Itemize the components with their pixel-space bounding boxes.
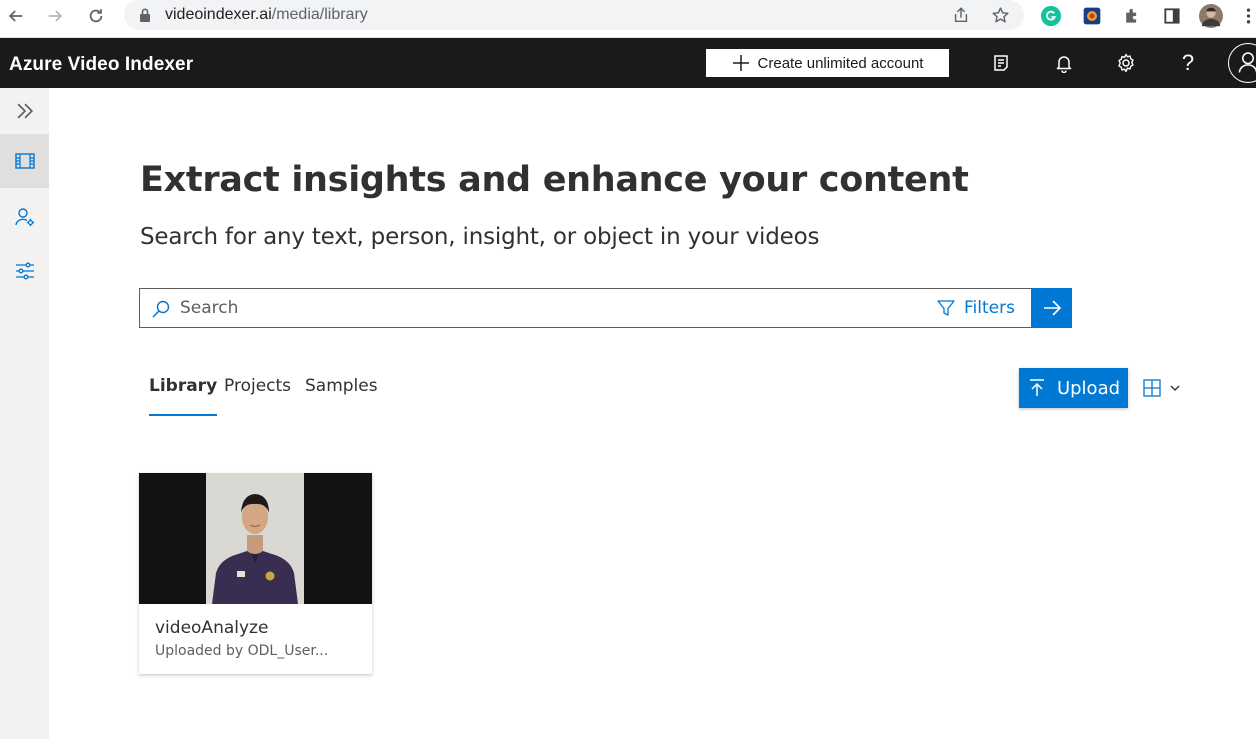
- url-text: videoindexer.ai/media/library: [165, 6, 368, 24]
- nav-media-library[interactable]: [0, 134, 49, 188]
- video-title: videoAnalyze: [155, 618, 269, 638]
- view-mode-dropdown[interactable]: [1143, 375, 1193, 401]
- search-submit-button[interactable]: [1031, 288, 1072, 328]
- plus-icon: [732, 55, 749, 71]
- person-settings-icon: [14, 208, 34, 227]
- page-subtitle: Search for any text, person, insight, or…: [140, 224, 820, 250]
- video-card[interactable]: videoAnalyze Uploaded by ODL_User...: [139, 473, 372, 674]
- help-button[interactable]: ?: [1176, 50, 1200, 75]
- lock-icon: [140, 8, 150, 22]
- person-icon: [1238, 52, 1256, 73]
- app-title[interactable]: Azure Video Indexer: [9, 54, 193, 76]
- url-host: videoindexer.ai: [165, 6, 272, 23]
- profile-button[interactable]: [1199, 4, 1223, 28]
- filters-label: Filters: [964, 298, 1015, 318]
- settings-button[interactable]: [1114, 51, 1138, 75]
- expand-navigation-button[interactable]: [0, 88, 49, 134]
- notes-icon: [994, 55, 1008, 71]
- notifications-button[interactable]: [1052, 51, 1076, 75]
- filters-button[interactable]: Filters: [936, 296, 1015, 320]
- account-avatar-button[interactable]: [1228, 43, 1256, 83]
- sliders-icon: [15, 262, 34, 280]
- bell-icon: [1056, 56, 1072, 73]
- profile-avatar-icon: [1199, 4, 1223, 28]
- person-thumbnail-image: [206, 473, 304, 604]
- chevron-double-right-icon: [17, 103, 33, 119]
- reload-button[interactable]: [82, 3, 110, 29]
- search-bar: Filters: [139, 288, 1032, 328]
- arrow-right-icon: [1043, 300, 1061, 316]
- filter-icon: [937, 300, 955, 316]
- extensions-button[interactable]: [1120, 4, 1144, 28]
- create-unlimited-account-button[interactable]: Create unlimited account: [706, 49, 949, 77]
- arrow-right-icon: [48, 10, 63, 22]
- thumbnail-frame: [206, 473, 304, 604]
- tab-samples[interactable]: Samples: [305, 372, 378, 416]
- gear-icon: [1118, 53, 1134, 73]
- side-panel-button[interactable]: [1160, 4, 1184, 28]
- address-bar[interactable]: videoindexer.ai/media/library: [124, 0, 1024, 30]
- url-path: /media/library: [271, 6, 368, 23]
- back-button[interactable]: [2, 3, 30, 29]
- share-button[interactable]: [951, 5, 971, 25]
- release-notes-button[interactable]: [989, 51, 1013, 75]
- tab-library[interactable]: Library: [149, 372, 218, 416]
- grid-view-icon: [1143, 379, 1161, 397]
- forward-button[interactable]: [41, 3, 69, 29]
- video-thumbnail[interactable]: [139, 473, 372, 604]
- arrow-left-icon: [8, 10, 23, 22]
- puzzle-icon: [1126, 8, 1137, 23]
- create-account-label: Create unlimited account: [757, 54, 924, 72]
- grammarly-extension[interactable]: [1039, 4, 1063, 28]
- upload-label: Upload: [1056, 377, 1121, 399]
- chevron-down-icon: [1170, 385, 1180, 391]
- browser-menu-button[interactable]: [1240, 4, 1256, 28]
- nav-customizations[interactable]: [0, 244, 49, 298]
- left-navigation: [0, 88, 49, 739]
- share-icon: [954, 7, 968, 23]
- tab-projects[interactable]: Projects: [224, 372, 291, 416]
- star-icon: [991, 6, 1009, 22]
- more-vertical-icon: [1246, 8, 1250, 24]
- bookmark-button[interactable]: [990, 5, 1010, 25]
- extension-logo-icon: [1083, 7, 1101, 25]
- upload-button[interactable]: Upload: [1019, 368, 1128, 408]
- app-header: Azure Video Indexer Create unlimited acc…: [0, 38, 1256, 88]
- search-input[interactable]: [180, 297, 930, 319]
- search-icon: [152, 300, 170, 318]
- help-icon: ?: [1181, 50, 1195, 75]
- upload-icon: [1029, 379, 1044, 396]
- reload-icon: [89, 9, 103, 23]
- video-uploader: Uploaded by ODL_User...: [155, 643, 329, 659]
- nav-people[interactable]: [0, 190, 49, 244]
- browser-toolbar: videoindexer.ai/media/library: [0, 0, 1256, 38]
- grammarly-icon: [1040, 5, 1062, 27]
- film-icon: [14, 153, 35, 169]
- color-extension[interactable]: [1080, 4, 1104, 28]
- page-title: Extract insights and enhance your conten…: [140, 160, 969, 200]
- side-panel-icon: [1164, 8, 1180, 24]
